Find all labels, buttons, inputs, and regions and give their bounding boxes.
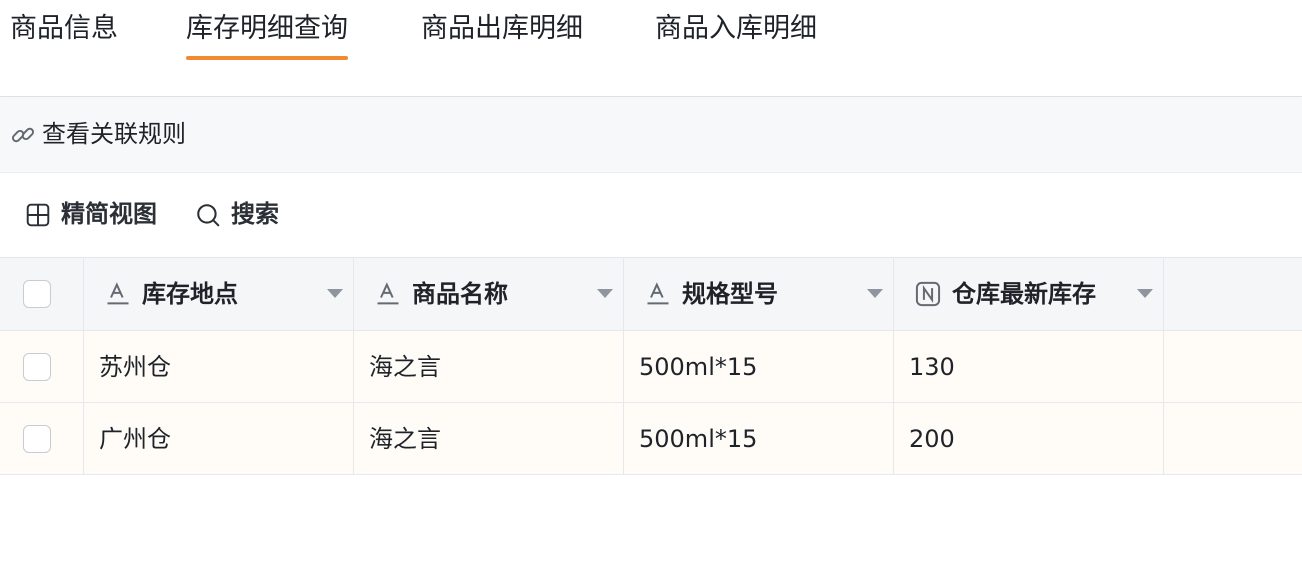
cell-location[interactable]: 苏州仓 (84, 331, 354, 402)
cell-product-name[interactable]: 海之言 (354, 403, 624, 474)
related-rules-bar: 查看关联规则 (0, 98, 1302, 173)
number-field-icon (915, 281, 941, 307)
table-header-row: 库存地点 商品名称 规格型号 仓库最新库存 (0, 257, 1302, 331)
search-icon (197, 204, 220, 227)
column-header-product-name[interactable]: 商品名称 (354, 258, 624, 330)
column-header-latest-stock[interactable]: 仓库最新库存 (894, 258, 1164, 330)
row-select-cell (0, 331, 84, 402)
text-field-icon (647, 282, 669, 305)
cell-product-name[interactable]: 海之言 (354, 331, 624, 402)
header-select-cell (0, 258, 84, 330)
cell-value: 500ml*15 (639, 353, 758, 381)
tab-bar: 商品信息 库存明细查询 商品出库明细 商品入库明细 (0, 0, 1302, 97)
cell-value: 500ml*15 (639, 425, 758, 453)
column-header-label: 库存地点 (142, 280, 238, 308)
cell-spec[interactable]: 500ml*15 (624, 403, 894, 474)
cell-value: 200 (909, 425, 955, 453)
grid-icon (26, 203, 50, 227)
text-field-icon (377, 282, 399, 305)
text-field-icon (107, 282, 129, 305)
column-header-label: 商品名称 (412, 280, 508, 308)
column-header-label: 规格型号 (682, 280, 778, 308)
cell-empty (1164, 331, 1302, 402)
search-label: 搜索 (231, 200, 279, 228)
chevron-down-icon[interactable] (327, 289, 343, 298)
column-header-spec[interactable]: 规格型号 (624, 258, 894, 330)
cell-value: 130 (909, 353, 955, 381)
link-icon[interactable] (10, 122, 36, 148)
cell-value: 海之言 (369, 353, 441, 381)
compact-view-label: 精简视图 (61, 200, 157, 228)
select-all-checkbox[interactable] (23, 280, 51, 308)
tab-inventory-detail[interactable]: 库存明细查询 (186, 12, 348, 61)
tab-product-info[interactable]: 商品信息 (10, 12, 118, 61)
cell-value: 海之言 (369, 425, 441, 453)
row-checkbox[interactable] (23, 353, 51, 381)
chevron-down-icon[interactable] (1137, 289, 1153, 298)
column-header-empty (1164, 258, 1302, 330)
tab-inbound-detail[interactable]: 商品入库明细 (655, 12, 817, 61)
table-row[interactable]: 苏州仓 海之言 500ml*15 130 (0, 331, 1302, 403)
chevron-down-icon[interactable] (867, 289, 883, 298)
cell-latest-stock[interactable]: 130 (894, 331, 1164, 402)
column-header-location[interactable]: 库存地点 (84, 258, 354, 330)
view-toolbar: 精简视图 搜索 (0, 173, 1302, 256)
view-related-rules-link[interactable]: 查看关联规则 (42, 117, 186, 151)
chevron-down-icon[interactable] (597, 289, 613, 298)
cell-empty (1164, 403, 1302, 474)
table-row[interactable]: 广州仓 海之言 500ml*15 200 (0, 403, 1302, 475)
cell-spec[interactable]: 500ml*15 (624, 331, 894, 402)
column-header-label: 仓库最新库存 (952, 280, 1096, 308)
row-checkbox[interactable] (23, 425, 51, 453)
tab-outbound-detail[interactable]: 商品出库明细 (421, 12, 583, 61)
cell-value: 广州仓 (99, 425, 171, 453)
row-select-cell (0, 403, 84, 474)
cell-location[interactable]: 广州仓 (84, 403, 354, 474)
cell-value: 苏州仓 (99, 353, 171, 381)
cell-latest-stock[interactable]: 200 (894, 403, 1164, 474)
